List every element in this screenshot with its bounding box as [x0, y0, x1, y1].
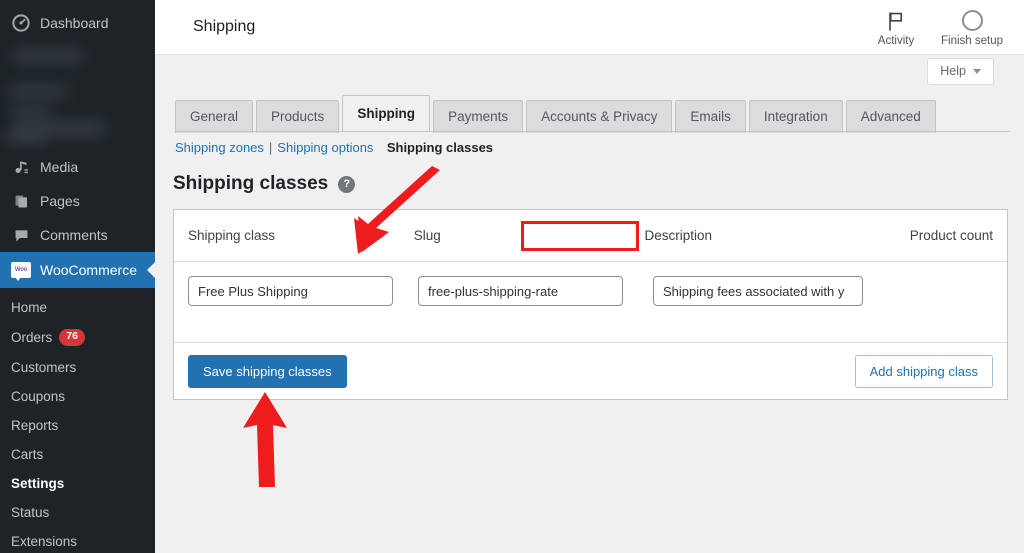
top-bar: Shipping Activity Finish setup — [155, 0, 1024, 55]
shipping-class-description-input[interactable] — [653, 276, 863, 306]
dashboard-icon — [11, 13, 31, 33]
table-row — [174, 261, 1007, 342]
tab-label: Advanced — [860, 109, 921, 124]
tab-integration[interactable]: Integration — [748, 100, 843, 133]
sidebar-subitem-orders[interactable]: Orders 76 — [0, 322, 155, 353]
shipping-subnav: Shipping zones | Shipping options | Ship… — [175, 140, 493, 155]
admin-sidebar: Dashboard Media Pages Comments Woo WooCo… — [0, 0, 155, 553]
chevron-down-icon — [973, 68, 981, 74]
pages-icon — [11, 191, 31, 211]
sidebar-subitem-settings[interactable]: Settings — [0, 469, 155, 498]
sidebar-item-label: WooCommerce — [40, 262, 137, 278]
settings-tabs: General Products Shipping Payments Accou… — [175, 95, 939, 133]
finish-setup-label: Finish setup — [940, 35, 1003, 47]
sidebar-item-label: Pages — [40, 193, 80, 209]
sidebar-subitem-coupons[interactable]: Coupons — [0, 382, 155, 411]
media-icon — [11, 157, 31, 177]
sidebar-item-woocommerce[interactable]: Woo WooCommerce — [0, 252, 155, 288]
help-button[interactable]: Help — [927, 58, 994, 85]
topbar-actions: Activity Finish setup — [858, 5, 1010, 47]
tabs-divider — [175, 131, 1010, 132]
highlight-box-shipping-classes — [521, 221, 639, 251]
tab-label: Products — [271, 109, 325, 124]
sidebar-item-label: Comments — [40, 227, 108, 243]
help-tip-icon[interactable]: ? — [338, 175, 356, 193]
sidebar-item-dashboard[interactable]: Dashboard — [0, 0, 155, 40]
sidebar-subitem-label: Settings — [11, 475, 65, 491]
tab-products[interactable]: Products — [256, 100, 340, 133]
subnav-shipping-zones[interactable]: Shipping zones — [175, 140, 264, 155]
flag-icon — [887, 9, 905, 31]
activity-button[interactable]: Activity — [858, 5, 934, 47]
sidebar-item-label: Dashboard — [40, 15, 109, 31]
tab-label: Integration — [763, 109, 828, 124]
woocommerce-icon: Woo — [11, 260, 31, 281]
comments-icon — [11, 225, 31, 245]
column-header-description: Description — [644, 228, 713, 243]
cell-description — [653, 276, 898, 306]
tab-emails[interactable]: Emails — [675, 100, 746, 133]
woocommerce-submenu: Home Orders 76 Customers Coupons Reports… — [0, 288, 155, 553]
sidebar-subitem-label: Coupons — [11, 388, 66, 404]
sidebar-subitem-label: Carts — [11, 446, 44, 462]
sidebar-subitem-label: Reports — [11, 417, 59, 433]
app-screen: Dashboard Media Pages Comments Woo WooCo… — [0, 0, 1024, 553]
subnav-shipping-classes[interactable]: Shipping classes — [387, 140, 493, 155]
settings-content: General Products Shipping Payments Accou… — [155, 90, 1024, 553]
cell-shipping-class — [188, 276, 418, 306]
sidebar-item-label: Media — [40, 159, 79, 175]
tab-label: Shipping — [357, 106, 416, 121]
finish-setup-button[interactable]: Finish setup — [934, 5, 1010, 47]
sidebar-item-media[interactable]: Media — [0, 150, 155, 184]
tab-general[interactable]: General — [175, 100, 254, 133]
table-footer: Save shipping classes Add shipping class — [174, 342, 1007, 399]
sidebar-subitem-label: Orders — [11, 329, 53, 345]
sidebar-item-pages[interactable]: Pages — [0, 184, 155, 218]
tab-label: Accounts & Privacy — [541, 109, 658, 124]
tab-accounts-privacy[interactable]: Accounts & Privacy — [526, 100, 673, 133]
tab-label: Payments — [448, 109, 509, 124]
sidebar-subitem-label: Status — [11, 504, 50, 520]
page-title: Shipping — [193, 18, 256, 35]
sidebar-subitem-label: Extensions — [11, 533, 78, 549]
section-heading: Shipping classes — [173, 173, 329, 194]
sidebar-subitem-home[interactable]: Home — [0, 293, 155, 322]
shipping-class-slug-input[interactable] — [418, 276, 623, 306]
sidebar-item-comments[interactable]: Comments — [0, 218, 155, 252]
subnav-separator: | — [268, 140, 273, 155]
sidebar-subitem-extensions[interactable]: Extensions — [0, 527, 155, 553]
progress-ring-icon — [961, 9, 983, 31]
page-heading-row: Shipping classes ? — [173, 173, 356, 195]
cell-slug — [418, 276, 653, 306]
sidebar-subitem-reports[interactable]: Reports — [0, 411, 155, 440]
sidebar-subitem-label: Customers — [11, 359, 77, 375]
add-shipping-class-button[interactable]: Add shipping class — [854, 354, 993, 388]
help-button-label: Help — [940, 64, 966, 78]
sidebar-subitem-customers[interactable]: Customers — [0, 353, 155, 382]
tab-shipping[interactable]: Shipping — [342, 95, 431, 132]
sidebar-subitem-carts[interactable]: Carts — [0, 440, 155, 469]
tab-payments[interactable]: Payments — [433, 100, 524, 133]
tab-label: Emails — [690, 109, 731, 124]
sidebar-redacted-items — [0, 40, 155, 150]
column-header-shipping-class: Shipping class — [188, 228, 276, 243]
sidebar-subitem-status[interactable]: Status — [0, 498, 155, 527]
tab-advanced[interactable]: Advanced — [845, 100, 936, 133]
shipping-class-name-input[interactable] — [188, 276, 393, 306]
sidebar-subitem-label: Home — [11, 300, 48, 315]
help-row: Help — [155, 55, 1024, 90]
orders-count-badge: 76 — [59, 329, 85, 346]
activity-label: Activity — [877, 35, 915, 47]
column-header-product-count: Product count — [909, 228, 993, 243]
save-shipping-classes-button[interactable]: Save shipping classes — [188, 354, 347, 388]
subnav-shipping-options[interactable]: Shipping options — [277, 140, 373, 155]
tab-label: General — [190, 109, 239, 124]
